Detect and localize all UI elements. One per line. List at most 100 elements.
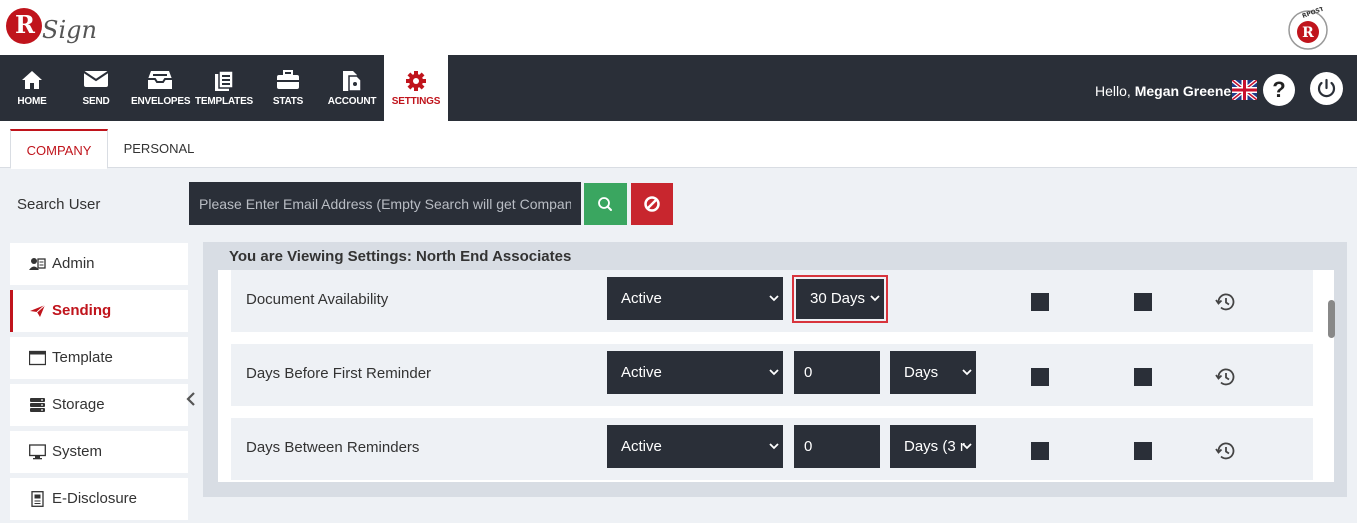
user-name[interactable]: Megan Greene xyxy=(1135,83,1231,99)
help-button[interactable]: ? xyxy=(1263,74,1295,106)
chevron-down-icon xyxy=(769,443,779,450)
power-icon xyxy=(1317,78,1336,98)
briefcase-icon xyxy=(277,70,299,89)
rsign-logo[interactable]: R Sign xyxy=(6,6,97,50)
lock-checkbox[interactable] xyxy=(1134,368,1152,386)
status-select-value: Active xyxy=(621,438,662,455)
nav-send[interactable]: SEND xyxy=(74,55,118,121)
status-select-value: Active xyxy=(621,290,662,307)
nav-account-label: ACCOUNT xyxy=(327,96,377,107)
availability-select[interactable]: 30 Days xyxy=(792,275,888,323)
top-header: R Sign R RPOST xyxy=(0,0,1357,55)
chevron-down-icon xyxy=(962,443,972,450)
chevron-down-icon xyxy=(769,295,779,302)
search-user-label: Search User xyxy=(17,196,101,213)
status-select[interactable]: Active xyxy=(607,277,783,320)
override-checkbox[interactable] xyxy=(1031,293,1049,311)
setting-label: Days Between Reminders xyxy=(246,439,420,456)
nav-templates-label: TEMPLATES xyxy=(195,96,254,107)
override-checkbox[interactable] xyxy=(1031,368,1049,386)
chevron-down-icon xyxy=(962,369,972,376)
tab-personal[interactable]: PERSONAL xyxy=(112,129,206,169)
unit-select-value: Days (3 r xyxy=(904,438,965,455)
sidebar-item-storage[interactable]: Storage xyxy=(10,384,188,426)
search-user-input[interactable] xyxy=(189,182,581,225)
sidebar-item-template[interactable]: Template xyxy=(10,337,188,379)
lock-checkbox[interactable] xyxy=(1134,293,1152,311)
sidebar-item-label: Template xyxy=(52,349,113,366)
setting-label: Document Availability xyxy=(246,291,389,308)
status-select[interactable]: Active xyxy=(607,351,783,394)
templates-icon xyxy=(215,70,234,91)
history-icon[interactable] xyxy=(1214,439,1238,463)
nav-stats-label: STATS xyxy=(272,96,304,107)
reminder-interval-value: 0 xyxy=(804,438,813,455)
admin-icon xyxy=(29,258,46,270)
setting-row-days-between-reminders: Days Between Reminders Active 0 Days (3 … xyxy=(231,418,1313,480)
setting-label: Days Before First Reminder xyxy=(246,365,432,382)
unit-select[interactable]: Days (3 r xyxy=(890,425,976,468)
gear-icon xyxy=(406,71,426,91)
svg-text:R: R xyxy=(1302,25,1314,41)
template-icon xyxy=(29,350,46,366)
ban-icon xyxy=(644,196,660,212)
setting-row-days-before-first-reminder: Days Before First Reminder Active 0 Days xyxy=(231,344,1313,406)
logo-letter: R xyxy=(15,10,35,39)
rpost-badge-icon: R RPOST xyxy=(1288,7,1328,50)
send-icon xyxy=(30,304,46,317)
nav-home-label: HOME xyxy=(17,96,47,107)
status-select[interactable]: Active xyxy=(607,425,783,468)
nav-envelopes[interactable]: ENVELOPES xyxy=(131,55,191,121)
override-checkbox[interactable] xyxy=(1031,442,1049,460)
status-select-value: Active xyxy=(621,364,662,381)
storage-icon xyxy=(30,398,45,412)
sidebar-item-e-disclosure[interactable]: E-Disclosure xyxy=(10,478,188,520)
search-icon xyxy=(598,197,612,211)
nav-templates[interactable]: TEMPLATES xyxy=(195,55,253,121)
sidebar-item-label: Storage xyxy=(52,396,105,413)
account-icon xyxy=(343,71,362,92)
nav-send-label: SEND xyxy=(82,96,110,107)
history-icon[interactable] xyxy=(1214,290,1238,314)
settings-heading: You are Viewing Settings: North End Asso… xyxy=(229,248,572,265)
logo-text: Sign xyxy=(42,16,97,44)
search-button[interactable] xyxy=(584,183,627,225)
greeting-prefix: Hello, xyxy=(1095,83,1131,99)
lock-checkbox[interactable] xyxy=(1134,442,1152,460)
uk-flag-icon[interactable] xyxy=(1232,80,1257,100)
settings-scrollbar[interactable] xyxy=(1328,300,1335,338)
history-icon[interactable] xyxy=(1214,365,1238,389)
sidebar-item-label: Sending xyxy=(52,302,112,319)
user-greeting: Hello, Megan Greene xyxy=(1095,83,1231,99)
sidebar-item-admin[interactable]: Admin xyxy=(10,243,188,285)
tab-company[interactable]: COMPANY xyxy=(10,129,108,169)
chevron-down-icon xyxy=(769,369,779,376)
setting-row-document-availability: Document Availability Active 30 Days xyxy=(231,270,1313,332)
sidebar-item-sending[interactable]: Sending xyxy=(10,290,188,332)
settings-tabs: COMPANY PERSONAL xyxy=(0,121,1357,169)
nav-stats[interactable]: STATS xyxy=(266,55,310,121)
mail-icon xyxy=(83,71,109,87)
reminder-days-input[interactable]: 0 xyxy=(794,351,880,394)
unit-select[interactable]: Days xyxy=(890,351,976,394)
monitor-icon xyxy=(29,444,46,460)
nav-account[interactable]: ACCOUNT xyxy=(324,55,380,121)
collapse-sidebar-icon[interactable] xyxy=(184,390,198,408)
nav-settings-label: SETTINGS xyxy=(391,96,441,107)
inbox-icon xyxy=(148,71,172,89)
sidebar-item-system[interactable]: System xyxy=(10,431,188,473)
document-icon xyxy=(31,491,44,507)
nav-envelopes-label: ENVELOPES xyxy=(131,96,191,107)
availability-select-value: 30 Days xyxy=(810,290,866,307)
main-navbar: HOME SEND ENVELOPES TEMPLATES STATS ACCO… xyxy=(0,55,1357,121)
sidebar-item-label: E-Disclosure xyxy=(52,490,138,507)
nav-home[interactable]: HOME xyxy=(10,55,54,121)
sidebar-item-label: Admin xyxy=(52,255,95,272)
logout-button[interactable] xyxy=(1310,72,1343,105)
reminder-interval-input[interactable]: 0 xyxy=(794,425,880,468)
reminder-days-value: 0 xyxy=(804,364,813,381)
unit-select-value: Days xyxy=(904,364,939,381)
nav-settings[interactable]: SETTINGS xyxy=(384,55,448,121)
clear-search-button[interactable] xyxy=(631,183,673,225)
sidebar-item-label: System xyxy=(52,443,103,460)
